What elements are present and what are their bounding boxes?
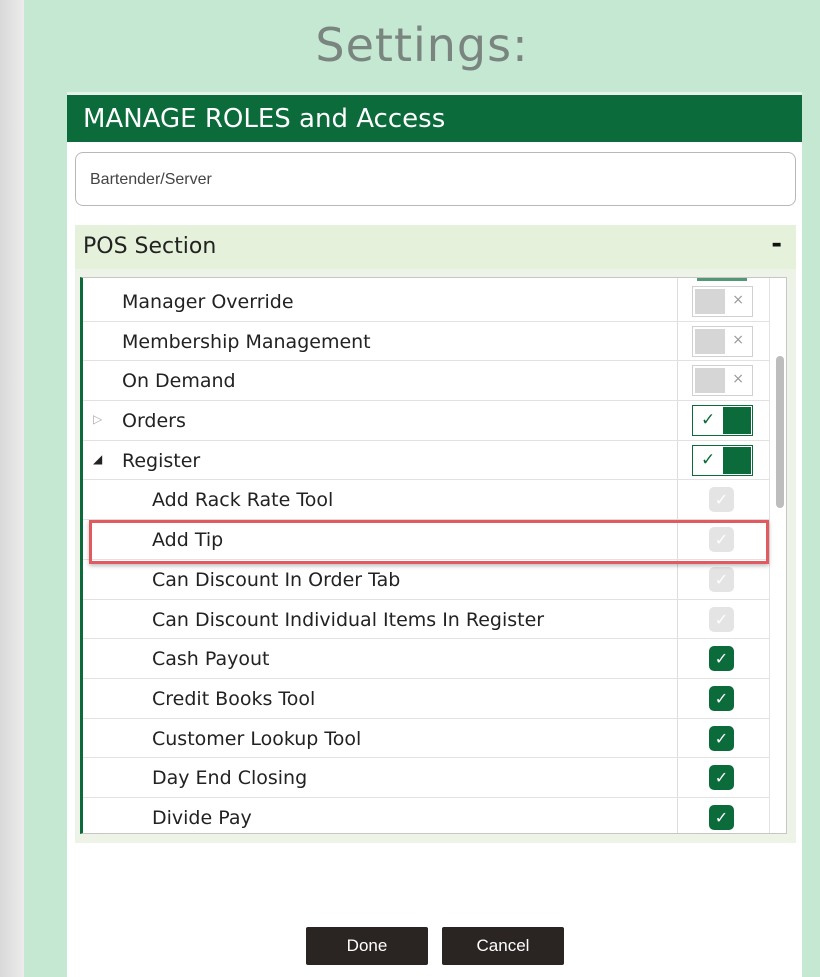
permission-toggle[interactable]: × <box>692 325 753 357</box>
permission-row: ▷ Orders ✓ <box>83 401 769 441</box>
check-icon: ✓ <box>701 449 716 470</box>
permissions-list-frame: Manager Override × Membership Management × O… <box>75 269 796 843</box>
permission-label: Orders <box>122 410 186 433</box>
check-icon: ✓ <box>714 688 729 708</box>
permission-label: Cash Payout <box>152 648 270 671</box>
permission-label: Add Rack Rate Tool <box>152 489 334 512</box>
permission-checkbox[interactable]: ✓ <box>709 685 734 711</box>
check-icon: ✓ <box>714 807 729 827</box>
permission-row: Credit Books Tool ✓ <box>83 679 769 719</box>
permission-label: Can Discount Individual Items In Registe… <box>152 608 545 631</box>
partial-toggle-above <box>697 278 747 281</box>
permission-checkbox[interactable]: ✓ <box>709 765 734 791</box>
permission-row: Day End Closing ✓ <box>83 758 769 798</box>
permission-row: Membership Management × <box>83 322 769 362</box>
check-icon: ✓ <box>714 569 729 589</box>
toggle-knob <box>695 289 725 314</box>
page-title: Settings: <box>315 18 529 72</box>
permission-row: Cash Payout ✓ <box>83 639 769 679</box>
role-name-input[interactable]: Bartender/Server <box>75 152 796 206</box>
permission-label: Divide Pay <box>152 806 252 829</box>
done-button[interactable]: Done <box>306 927 428 965</box>
permission-row: Add Tip ✓ <box>83 520 769 560</box>
permission-toggle[interactable]: ✓ <box>692 405 753 437</box>
permission-label: On Demand <box>122 370 236 393</box>
cancel-button[interactable]: Cancel <box>442 927 564 965</box>
toggle-knob <box>723 446 751 474</box>
permission-checkbox[interactable]: ✓ <box>709 646 734 672</box>
permission-checkbox: ✓ <box>709 566 734 592</box>
check-icon: ✓ <box>714 530 729 550</box>
permission-label: Register <box>122 449 201 472</box>
permission-checkbox: ✓ <box>709 487 734 513</box>
check-icon: ✓ <box>714 609 729 629</box>
permission-row: Customer Lookup Tool ✓ <box>83 719 769 759</box>
permission-row: Can Discount In Order Tab ✓ <box>83 560 769 600</box>
permission-label: Membership Management <box>122 330 371 353</box>
permission-label: Credit Books Tool <box>152 687 316 710</box>
permission-row: Add Rack Rate Tool ✓ <box>83 480 769 521</box>
x-icon: × <box>732 331 744 348</box>
pos-section-header[interactable]: POS Section - <box>75 225 796 269</box>
panel-header: MANAGE ROLES and Access <box>67 92 802 142</box>
vertical-scrollbar[interactable] <box>769 278 786 833</box>
permission-label: Add Tip <box>152 529 224 552</box>
toggle-knob <box>695 328 725 354</box>
x-icon: × <box>732 371 744 388</box>
expanded-triangle-icon[interactable]: ◢ <box>93 452 107 466</box>
check-icon: ✓ <box>714 490 729 510</box>
scrollbar-thumb[interactable] <box>776 356 784 508</box>
permission-toggle[interactable]: × <box>692 365 753 397</box>
manage-roles-panel: MANAGE ROLES and Access Bartender/Server… <box>67 92 802 977</box>
permission-row: Divide Pay ✓ <box>83 798 769 833</box>
check-icon: ✓ <box>714 728 729 748</box>
permission-toggle[interactable]: ✓ <box>692 444 753 476</box>
toggle-knob <box>695 368 725 394</box>
collapse-toggle[interactable]: - <box>771 229 782 259</box>
permission-label: Day End Closing <box>152 767 308 790</box>
permission-label: Manager Override <box>122 291 294 313</box>
permission-row: ◢ Register ✓ <box>83 441 769 481</box>
permissions-list[interactable]: Manager Override × Membership Management × O… <box>80 277 787 834</box>
section-title: POS Section <box>83 234 217 259</box>
toggle-knob <box>723 407 751 435</box>
permission-row: On Demand × <box>83 361 769 402</box>
permission-checkbox[interactable]: ✓ <box>709 725 734 751</box>
permission-checkbox: ✓ <box>709 527 734 553</box>
x-icon: × <box>732 292 744 308</box>
permission-checkbox: ✓ <box>709 606 734 632</box>
permission-label: Can Discount In Order Tab <box>152 568 401 591</box>
permission-row: Manager Override × <box>83 282 769 322</box>
permission-checkbox[interactable]: ✓ <box>709 804 734 830</box>
permission-row: Can Discount Individual Items In Registe… <box>83 600 769 640</box>
check-icon: ✓ <box>714 649 729 669</box>
check-icon: ✓ <box>714 768 729 788</box>
permission-rows: Manager Override × Membership Management × O… <box>83 282 769 833</box>
check-icon: ✓ <box>701 410 716 431</box>
permission-label: Customer Lookup Tool <box>152 727 362 750</box>
permission-toggle[interactable]: × <box>692 286 753 317</box>
collapsed-triangle-icon[interactable]: ▷ <box>93 412 107 426</box>
